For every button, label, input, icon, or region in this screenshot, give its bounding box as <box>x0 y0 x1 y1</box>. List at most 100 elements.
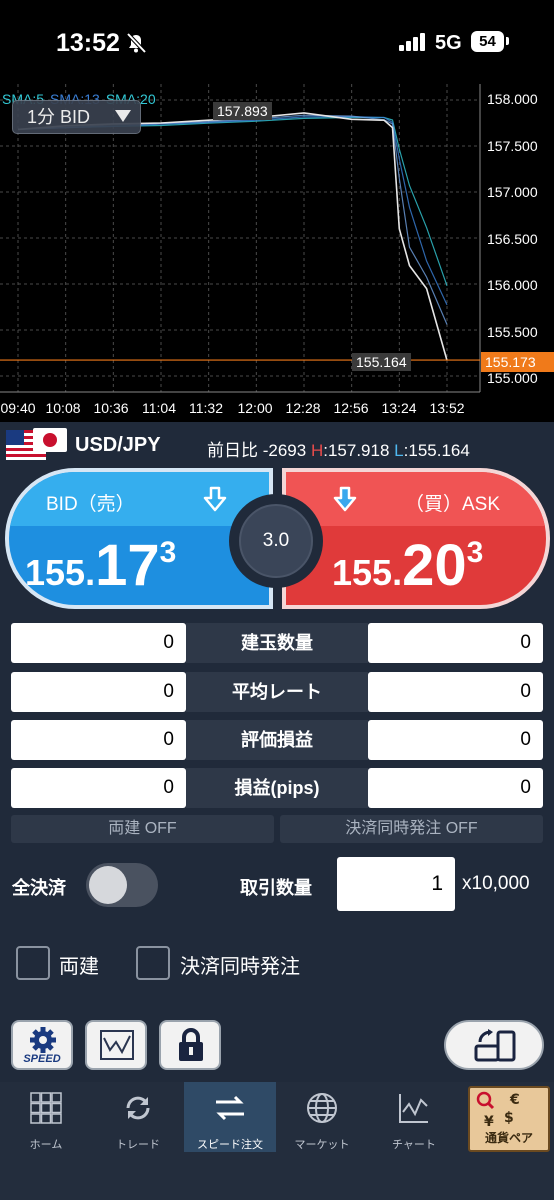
x-tick: 12:00 <box>237 400 273 416</box>
close-all-label: 全決済 <box>12 878 66 898</box>
svg-text:$: $ <box>504 1110 514 1126</box>
sell-pl-pips: 0 <box>11 768 186 808</box>
y-tick: 156.000 <box>487 277 538 293</box>
high-prefix: H <box>310 441 324 460</box>
ask-price-pips: 20 <box>402 533 467 598</box>
tab-trade[interactable]: トレード <box>92 1082 184 1152</box>
qty-unit: x10,000 <box>462 873 530 894</box>
bid-price: 155.173 <box>25 532 176 599</box>
tab-label: スピード注文 <box>197 1139 263 1151</box>
chart-icon <box>399 1094 428 1123</box>
bid-price-major: 155. <box>25 552 96 593</box>
toggle-knob <box>89 866 127 904</box>
tab-label: ホーム <box>29 1139 63 1151</box>
signal-icon <box>399 33 425 51</box>
tab-chart[interactable]: チャート <box>368 1082 460 1152</box>
network-type: 5G <box>435 32 462 54</box>
speed-arrows-icon <box>216 1095 244 1121</box>
sma-line <box>17 116 448 286</box>
tab-label: 通貨ペア <box>484 1131 533 1145</box>
x-tick: 12:28 <box>285 400 321 416</box>
arrows-cycle-icon <box>126 1096 150 1120</box>
status-bar: 13:52 5G 54 <box>0 0 554 84</box>
chevron-down-icon <box>115 110 131 122</box>
y-tick: 158.000 <box>487 91 538 107</box>
chart-canvas[interactable] <box>0 84 554 422</box>
row-label-position-qty: 建玉数量 <box>186 623 368 663</box>
qty-label: 取引数量 <box>240 878 312 898</box>
bell-muted-icon <box>126 32 147 54</box>
row-label-unrealized-pl: 評価損益 <box>186 720 368 760</box>
grid-icon <box>30 1092 62 1124</box>
tab-label: マーケット <box>294 1139 350 1151</box>
tab-home[interactable]: ホーム <box>0 1082 92 1152</box>
arrow-down-icon <box>333 486 357 512</box>
x-tick: 12:56 <box>333 400 369 416</box>
ask-price-major: 155. <box>332 552 403 593</box>
sma-line <box>17 115 448 306</box>
sell-unrealized-pl: 0 <box>11 720 186 760</box>
price-line <box>17 112 448 361</box>
japan-flag-icon <box>33 428 67 452</box>
chart-toggle-button[interactable] <box>85 1020 147 1070</box>
simultaneous-order-status: 決済同時発注 OFF <box>280 815 543 843</box>
bid-label: BID（売） <box>46 494 135 515</box>
simultaneous-order-checkbox[interactable] <box>136 946 170 980</box>
tab-label: トレード <box>116 1139 160 1151</box>
currency-pair-name[interactable]: USD/JPY <box>75 434 161 457</box>
buy-average-rate: 0 <box>368 672 543 712</box>
price-chart[interactable]: SMA:5 SMA:13 SMA:20 1分 BID 158.000 157.500… <box>0 84 554 422</box>
pair-stats: 前日比 -2693 H:157.918 L:155.164 <box>207 441 470 460</box>
gear-icon <box>30 1027 56 1053</box>
lock-icon <box>179 1028 203 1061</box>
status-time: 13:52 <box>56 29 120 57</box>
timeframe-dropdown[interactable]: 1分 BID <box>12 100 141 134</box>
svg-text:¥: ¥ <box>484 1114 494 1130</box>
speed-settings-button[interactable]: SPEED <box>11 1020 73 1070</box>
change-label: 前日比 <box>207 441 258 460</box>
hedge-checkbox-label: 両建 <box>59 956 99 978</box>
y-tick: 156.500 <box>487 231 538 247</box>
x-tick: 13:52 <box>429 400 465 416</box>
arrow-down-icon <box>203 486 227 512</box>
sell-position-qty: 0 <box>11 623 186 663</box>
x-tick: 11:04 <box>142 400 176 416</box>
row-label-pl-pips: 損益(pips) <box>186 768 368 808</box>
tab-speed-order[interactable]: スピード注文 <box>184 1082 276 1152</box>
buy-unrealized-pl: 0 <box>368 720 543 760</box>
hedge-status: 両建 OFF <box>11 815 274 843</box>
row-label-average-rate: 平均レート <box>186 672 368 712</box>
globe-icon <box>307 1093 337 1123</box>
buy-pl-pips: 0 <box>368 768 543 808</box>
tab-market[interactable]: マーケット <box>276 1082 368 1152</box>
y-tick: 155.000 <box>487 370 538 386</box>
hedge-checkbox[interactable] <box>16 946 50 980</box>
sma-line <box>17 114 448 325</box>
sell-average-rate: 0 <box>11 672 186 712</box>
rotate-screen-button[interactable] <box>444 1020 544 1070</box>
ask-price-fraction: 3 <box>466 536 484 569</box>
ask-label: （買）ASK <box>404 494 500 515</box>
buy-position-qty: 0 <box>368 623 543 663</box>
ask-price: 155.203 <box>332 532 483 599</box>
battery-icon: 54 <box>471 31 504 52</box>
bid-price-pips: 17 <box>95 533 160 598</box>
tab-currency-pair[interactable]: € ¥ $ 通貨ペア <box>468 1086 550 1152</box>
simultaneous-order-checkbox-label: 決済同時発注 <box>180 956 300 978</box>
tab-label: チャート <box>392 1139 436 1151</box>
speed-label: SPEED <box>23 1053 61 1065</box>
chart-icon <box>100 1030 134 1060</box>
svg-text:€: € <box>509 1092 520 1108</box>
lock-button[interactable] <box>159 1020 221 1070</box>
y-tick: 155.500 <box>487 324 538 340</box>
current-price-label: 155.173 <box>481 352 554 372</box>
x-tick: 13:24 <box>381 400 417 416</box>
qty-input[interactable]: 1 <box>337 857 455 911</box>
x-tick: 10:36 <box>93 400 129 416</box>
battery-cap <box>506 37 509 45</box>
x-tick: 10:08 <box>45 400 81 416</box>
spread-value: 3.0 <box>239 504 313 578</box>
y-tick: 157.000 <box>487 184 538 200</box>
high-value: 157.918 <box>327 441 390 460</box>
x-tick: 09:40 <box>0 400 36 416</box>
